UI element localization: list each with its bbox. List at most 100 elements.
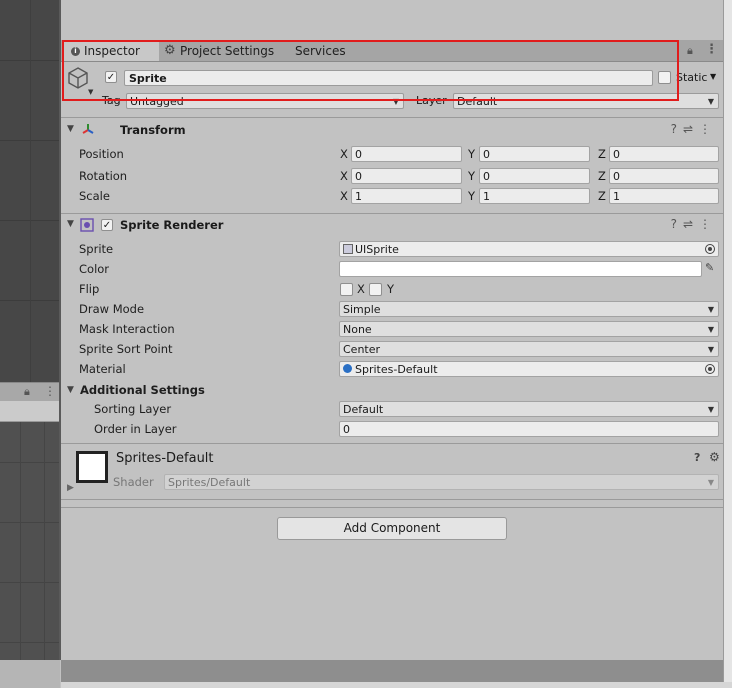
tab-inspector[interactable]: i Inspector [63,40,159,61]
chevron-down-icon: ▼ [707,325,714,334]
position-x-field[interactable]: 0 [351,146,462,162]
chevron-down-icon: ▼ [88,88,94,96]
scale-z-field[interactable]: 1 [609,188,719,204]
tag-value: Untagged [130,95,184,108]
panel-divider[interactable] [59,0,61,660]
foldout-arrow-icon[interactable]: ▼ [67,219,74,229]
add-component-button[interactable]: Add Component [277,517,507,540]
tab-bar: i Inspector ⚙ Project Settings Services … [61,40,723,62]
foldout-arrow-icon[interactable]: ▼ [67,385,74,395]
gear-icon[interactable]: ⚙ [709,450,720,464]
rotation-y-field[interactable]: 0 [479,168,590,184]
position-y-field[interactable]: 0 [479,146,590,162]
material-sphere-icon [343,364,352,373]
status-bar [61,682,732,688]
object-picker-icon[interactable] [705,364,715,374]
sprite-renderer-enabled-checkbox[interactable]: ✓ [101,219,113,231]
scrollbar-area[interactable] [723,0,732,688]
divider [61,213,723,214]
chevron-down-icon: ▼ [707,478,714,487]
tag-label: Tag [102,94,121,107]
draw-mode-value: Simple [343,303,381,316]
chevron-down-icon: ▼ [707,405,714,414]
additional-settings-label[interactable]: Additional Settings [80,383,205,397]
material-object-field[interactable]: Sprites-Default [339,361,719,377]
divider [61,443,723,444]
foldout-arrow-icon[interactable]: ▼ [67,124,74,134]
lock-icon[interactable]: 🔒︎ [687,44,693,58]
scale-x-field[interactable]: 1 [351,188,462,204]
position-z-field[interactable]: 0 [609,146,719,162]
mask-interaction-dropdown[interactable]: None ▼ [339,321,719,337]
static-checkbox[interactable] [658,71,671,84]
shader-dropdown[interactable]: Sprites/Default ▼ [164,474,719,490]
axis-x-label: X [340,169,348,183]
static-dropdown-icon[interactable]: ▼ [710,72,716,81]
sprite-label: Sprite [79,242,114,256]
chevron-down-icon: ▼ [707,345,714,354]
divider [61,499,723,500]
transform-header[interactable]: ▼ Transform ?⇌⋮ [61,120,723,140]
help-icon[interactable]: ? [671,217,683,231]
scale-y-field[interactable]: 1 [479,188,590,204]
sprite-object-field[interactable]: UISprite [339,241,719,257]
info-icon: i [71,47,80,56]
kebab-menu-icon[interactable]: ⋮ [699,217,717,231]
menu-icon[interactable]: ⋮ [44,384,56,398]
active-checkbox[interactable]: ✓ [105,71,117,83]
divider [61,507,723,508]
sorting-layer-label: Sorting Layer [94,402,172,416]
draw-mode-dropdown[interactable]: Simple ▼ [339,301,719,317]
color-label: Color [79,262,110,276]
sprite-sort-point-label: Sprite Sort Point [79,342,173,356]
sprite-asset-icon [343,244,353,254]
scene-view[interactable] [0,0,59,382]
flip-x-checkbox[interactable] [340,283,353,296]
tab-project-settings[interactable]: ⚙ Project Settings [161,40,279,61]
layer-dropdown[interactable]: Default ▼ [453,93,719,109]
axis-y-label: Y [468,169,476,183]
flip-label: Flip [79,282,100,296]
material-preview [76,451,108,483]
axis-z-label: Z [598,189,606,203]
game-view-header: 🔒︎ ⋮ [0,382,59,401]
preset-icon[interactable]: ⇌ [683,217,699,231]
lock-icon[interactable]: 🔒︎ [24,385,30,399]
inspector-bottom-bar [61,660,723,682]
rotation-z-field[interactable]: 0 [609,168,719,184]
tag-dropdown[interactable]: Untagged ▼ [126,93,404,109]
divider [61,117,723,118]
chevron-down-icon: ▼ [707,97,714,106]
game-view[interactable] [0,422,59,660]
sprite-renderer-icon [80,218,94,235]
axis-x-label: X [340,147,348,161]
material-value: Sprites-Default [355,363,438,376]
sprite-sort-point-value: Center [343,343,381,356]
gameobject-name-field[interactable]: Sprite [124,70,653,86]
layer-value: Default [457,95,498,108]
flip-y-checkbox[interactable] [369,283,382,296]
help-icon[interactable]: ? [694,451,700,464]
sprite-sort-point-dropdown[interactable]: Center ▼ [339,341,719,357]
object-picker-icon[interactable] [705,244,715,254]
axis-y-label: Y [468,189,476,203]
chevron-down-icon: ▼ [392,97,399,106]
flip-y-label: Y [387,282,395,296]
axis-y-label: Y [468,147,476,161]
foldout-arrow-icon[interactable]: ▶ [67,483,74,493]
kebab-menu-icon[interactable]: ⋮ [699,122,717,136]
layer-label: Layer [416,94,447,107]
eyedropper-icon[interactable]: ✎ [705,261,714,274]
tab-label: Services [295,44,346,58]
gameobject-cube-icon[interactable]: ▼ [66,66,94,96]
order-in-layer-label: Order in Layer [94,422,177,436]
sprite-renderer-header[interactable]: ▼ ✓ Sprite Renderer ?⇌⋮ [61,215,723,235]
kebab-menu-icon[interactable]: ⋮ [705,42,718,57]
help-icon[interactable]: ? [671,122,683,136]
rotation-x-field[interactable]: 0 [351,168,462,184]
sorting-layer-dropdown[interactable]: Default ▼ [339,401,719,417]
tab-services[interactable]: Services [287,40,357,61]
preset-icon[interactable]: ⇌ [683,122,699,136]
order-in-layer-field[interactable]: 0 [339,421,719,437]
color-field[interactable] [339,261,702,277]
